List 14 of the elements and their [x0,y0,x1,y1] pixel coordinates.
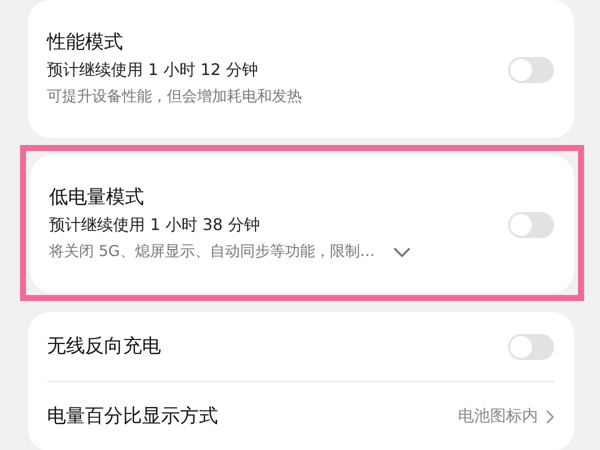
chevron-right-icon[interactable] [546,410,554,424]
chevron-down-icon[interactable] [392,246,411,258]
setting-title: 电量百分比显示方式 [47,404,219,429]
toggle-switch[interactable] [508,334,554,360]
battery-estimate: 预计继续使用 1 小时 38 分钟 [49,214,261,236]
setting-description: 可提升设备性能，但会增加耗电和发热 [47,86,302,107]
setting-title: 性能模式 [47,30,124,55]
setting-value: 电池图标内 [458,406,538,427]
setting-description: 将关闭 5G、熄屏显示、自动同步等功能，限制… [49,241,375,262]
setting-title: 低电量模式 [49,185,145,210]
battery-estimate: 预计继续使用 1 小时 12 分钟 [47,59,259,81]
setting-title: 无线反向充电 [47,334,162,359]
toggle-switch[interactable] [508,212,554,238]
toggle-switch[interactable] [508,56,554,82]
